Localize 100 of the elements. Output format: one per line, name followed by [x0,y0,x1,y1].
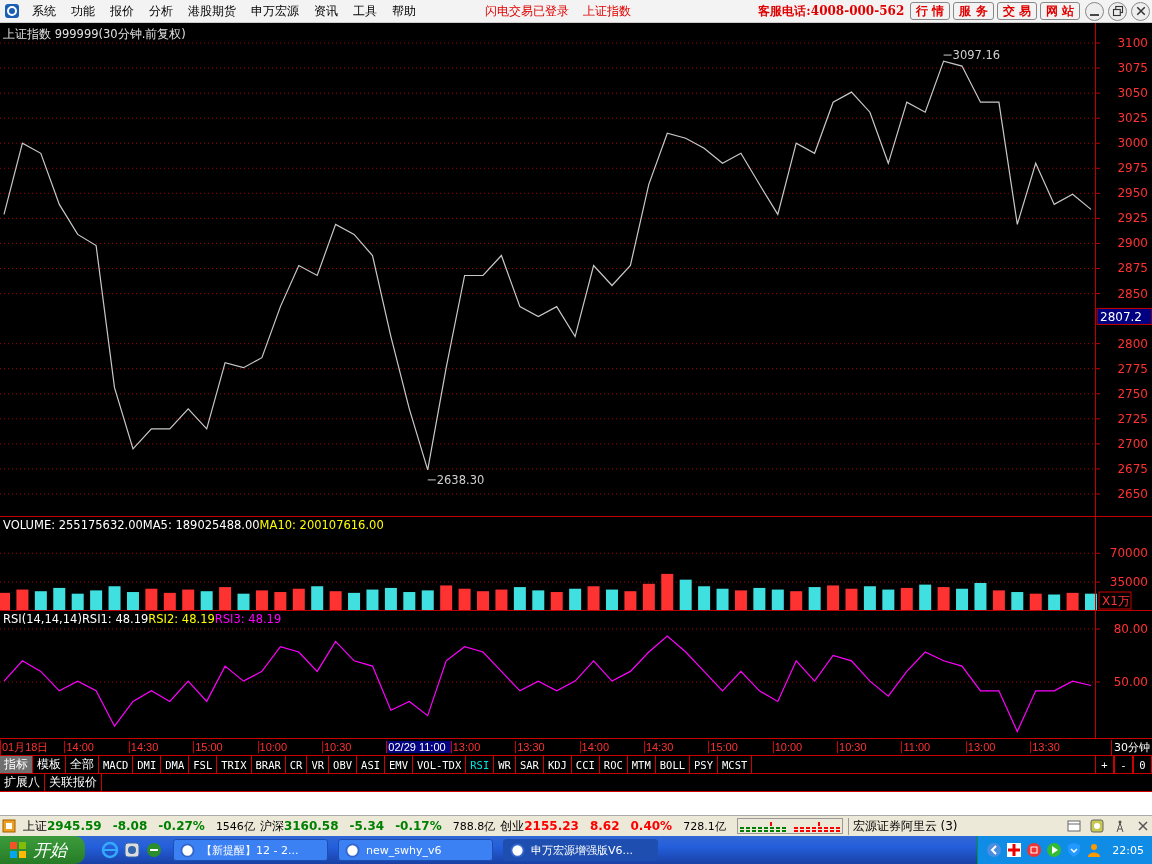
rsi-header-text: RSI1: 48.19 [81,612,149,626]
axis-tick-label: 70000 [1109,546,1148,561]
price-marker-label: 3097.16 [943,48,1001,63]
nav-button[interactable]: 行 情 [910,2,951,20]
play-icon[interactable] [1046,842,1063,858]
time-label: 14:00 [64,741,129,753]
menu-item[interactable]: 帮助 [392,2,416,20]
volume-bar [624,591,637,611]
axis-tick-label: 2700 [1117,436,1148,451]
close-icon[interactable] [1136,819,1150,833]
app-quicklaunch-icon[interactable] [123,841,141,859]
menu-item[interactable]: 报价 [110,2,134,20]
zoom-button[interactable]: - [1114,756,1133,773]
index-name: 沪深 [259,817,284,835]
shield-icon[interactable] [1066,842,1083,858]
chart-title: 上证指数 999999(30分钟.前复权) [3,27,186,41]
menu-item[interactable]: 功能 [71,2,95,20]
menu-item[interactable]: 资讯 [314,2,338,20]
volume-header-text: MA5: 189025488.00 [142,518,260,532]
volume-bar [845,588,858,611]
nav-button[interactable]: 服 务 [953,2,994,20]
volume-bar [513,587,526,611]
axis-tick-label: 2750 [1117,386,1148,401]
server-text: 宏源证券阿里云 (3) [847,817,958,835]
app-icon [345,842,360,858]
volume-bar [0,592,10,611]
menu-item[interactable]: 港股期货 [188,2,236,20]
nav-button[interactable]: 网 站 [1039,2,1080,20]
notice-text[interactable]: 上证指数 [583,2,631,20]
volume-bar [882,589,895,611]
axis-tick-label: 2650 [1117,486,1148,501]
volume-bar [16,589,29,611]
volume-bar [716,588,729,611]
rsi-header-text: RSI3: 48.19 [214,612,282,626]
volume-bar [532,590,545,611]
app-logo-icon [4,3,20,19]
time-label: 13:00 [450,741,516,753]
menu-item[interactable]: 申万宏源 [251,2,299,20]
axis-tick-label: 2900 [1117,236,1148,251]
volume-bar [421,590,434,611]
time-label: 11:00 [901,741,966,753]
restore-button[interactable] [1108,1,1127,21]
volume-bar [292,588,305,611]
index-change: -5.34 [349,819,385,833]
windows-logo-icon [8,840,28,860]
time-label: 15:00 [708,741,773,753]
volume-bar [642,583,655,611]
volume-bar [219,587,232,611]
notice-text[interactable]: 闪电交易已登录 [485,2,569,20]
turnover-text: 788.8亿 [452,818,496,834]
volume-bar [200,591,213,611]
zoom-button[interactable]: + [1095,756,1114,773]
antenna-icon[interactable] [1113,819,1127,833]
volume-bar [458,588,471,611]
axis-tick-label: 3025 [1117,111,1148,126]
axis-tick-label: 2950 [1117,186,1148,201]
index-value: 2945.59 [47,819,102,833]
close-icon [1134,5,1147,17]
axis-tick-label: 2975 [1117,161,1148,176]
index-name: 上证 [23,817,47,835]
indicator-tab[interactable]: 指标 [0,756,33,773]
turnover-text: 728.1亿 [683,818,726,834]
unit-label: X1万 [1098,591,1132,610]
taskbar-button[interactable]: new_swhy_v6 [338,839,493,861]
menu-item[interactable]: 工具 [353,2,377,20]
menu-item[interactable]: 分析 [149,2,173,20]
zoom-button[interactable]: 0 [1133,756,1152,773]
close-button[interactable] [1131,1,1150,21]
volume-bar [790,591,803,611]
menu-item[interactable]: 系统 [32,2,56,20]
volume-bar [34,591,47,611]
volume-bar [329,591,342,611]
window-icon[interactable] [1067,819,1081,833]
period-label[interactable]: 30分钟 [1111,739,1152,755]
volume-bar [90,590,103,611]
start-button[interactable]: 开始 [0,836,85,864]
cross-icon[interactable] [1006,842,1023,858]
axis-tick-label: 2675 [1117,461,1148,476]
volume-bar [1029,593,1042,611]
hotline-text: 客服电话:4008-000-562 [758,2,905,20]
axis-tick-label: 2775 [1117,361,1148,376]
volume-bar [900,587,913,611]
taskbar-button[interactable]: 【新提醒】12 - 2... [173,839,328,861]
axis-tick-label: 2875 [1117,261,1148,276]
volume-bar [587,586,600,611]
minimize-button[interactable] [1085,1,1104,21]
volume-bar [827,585,840,611]
volume-bar [108,586,121,611]
axis-tick-label: 3050 [1117,86,1148,101]
volume-bar [53,587,66,611]
nav-button[interactable]: 交 易 [996,2,1037,20]
axis-tick-label: 2850 [1117,286,1148,301]
volume-bar [698,586,711,611]
volume-bar [919,584,932,611]
axis-tick-label: 3100 [1117,36,1148,51]
rsi-header-text: RSI2: 48.19 [148,612,215,626]
volume-bar [956,588,969,611]
volume-bar [734,590,747,611]
volume-bar [182,589,195,611]
taskbar-button[interactable]: 申万宏源增强版V6... [503,839,658,861]
